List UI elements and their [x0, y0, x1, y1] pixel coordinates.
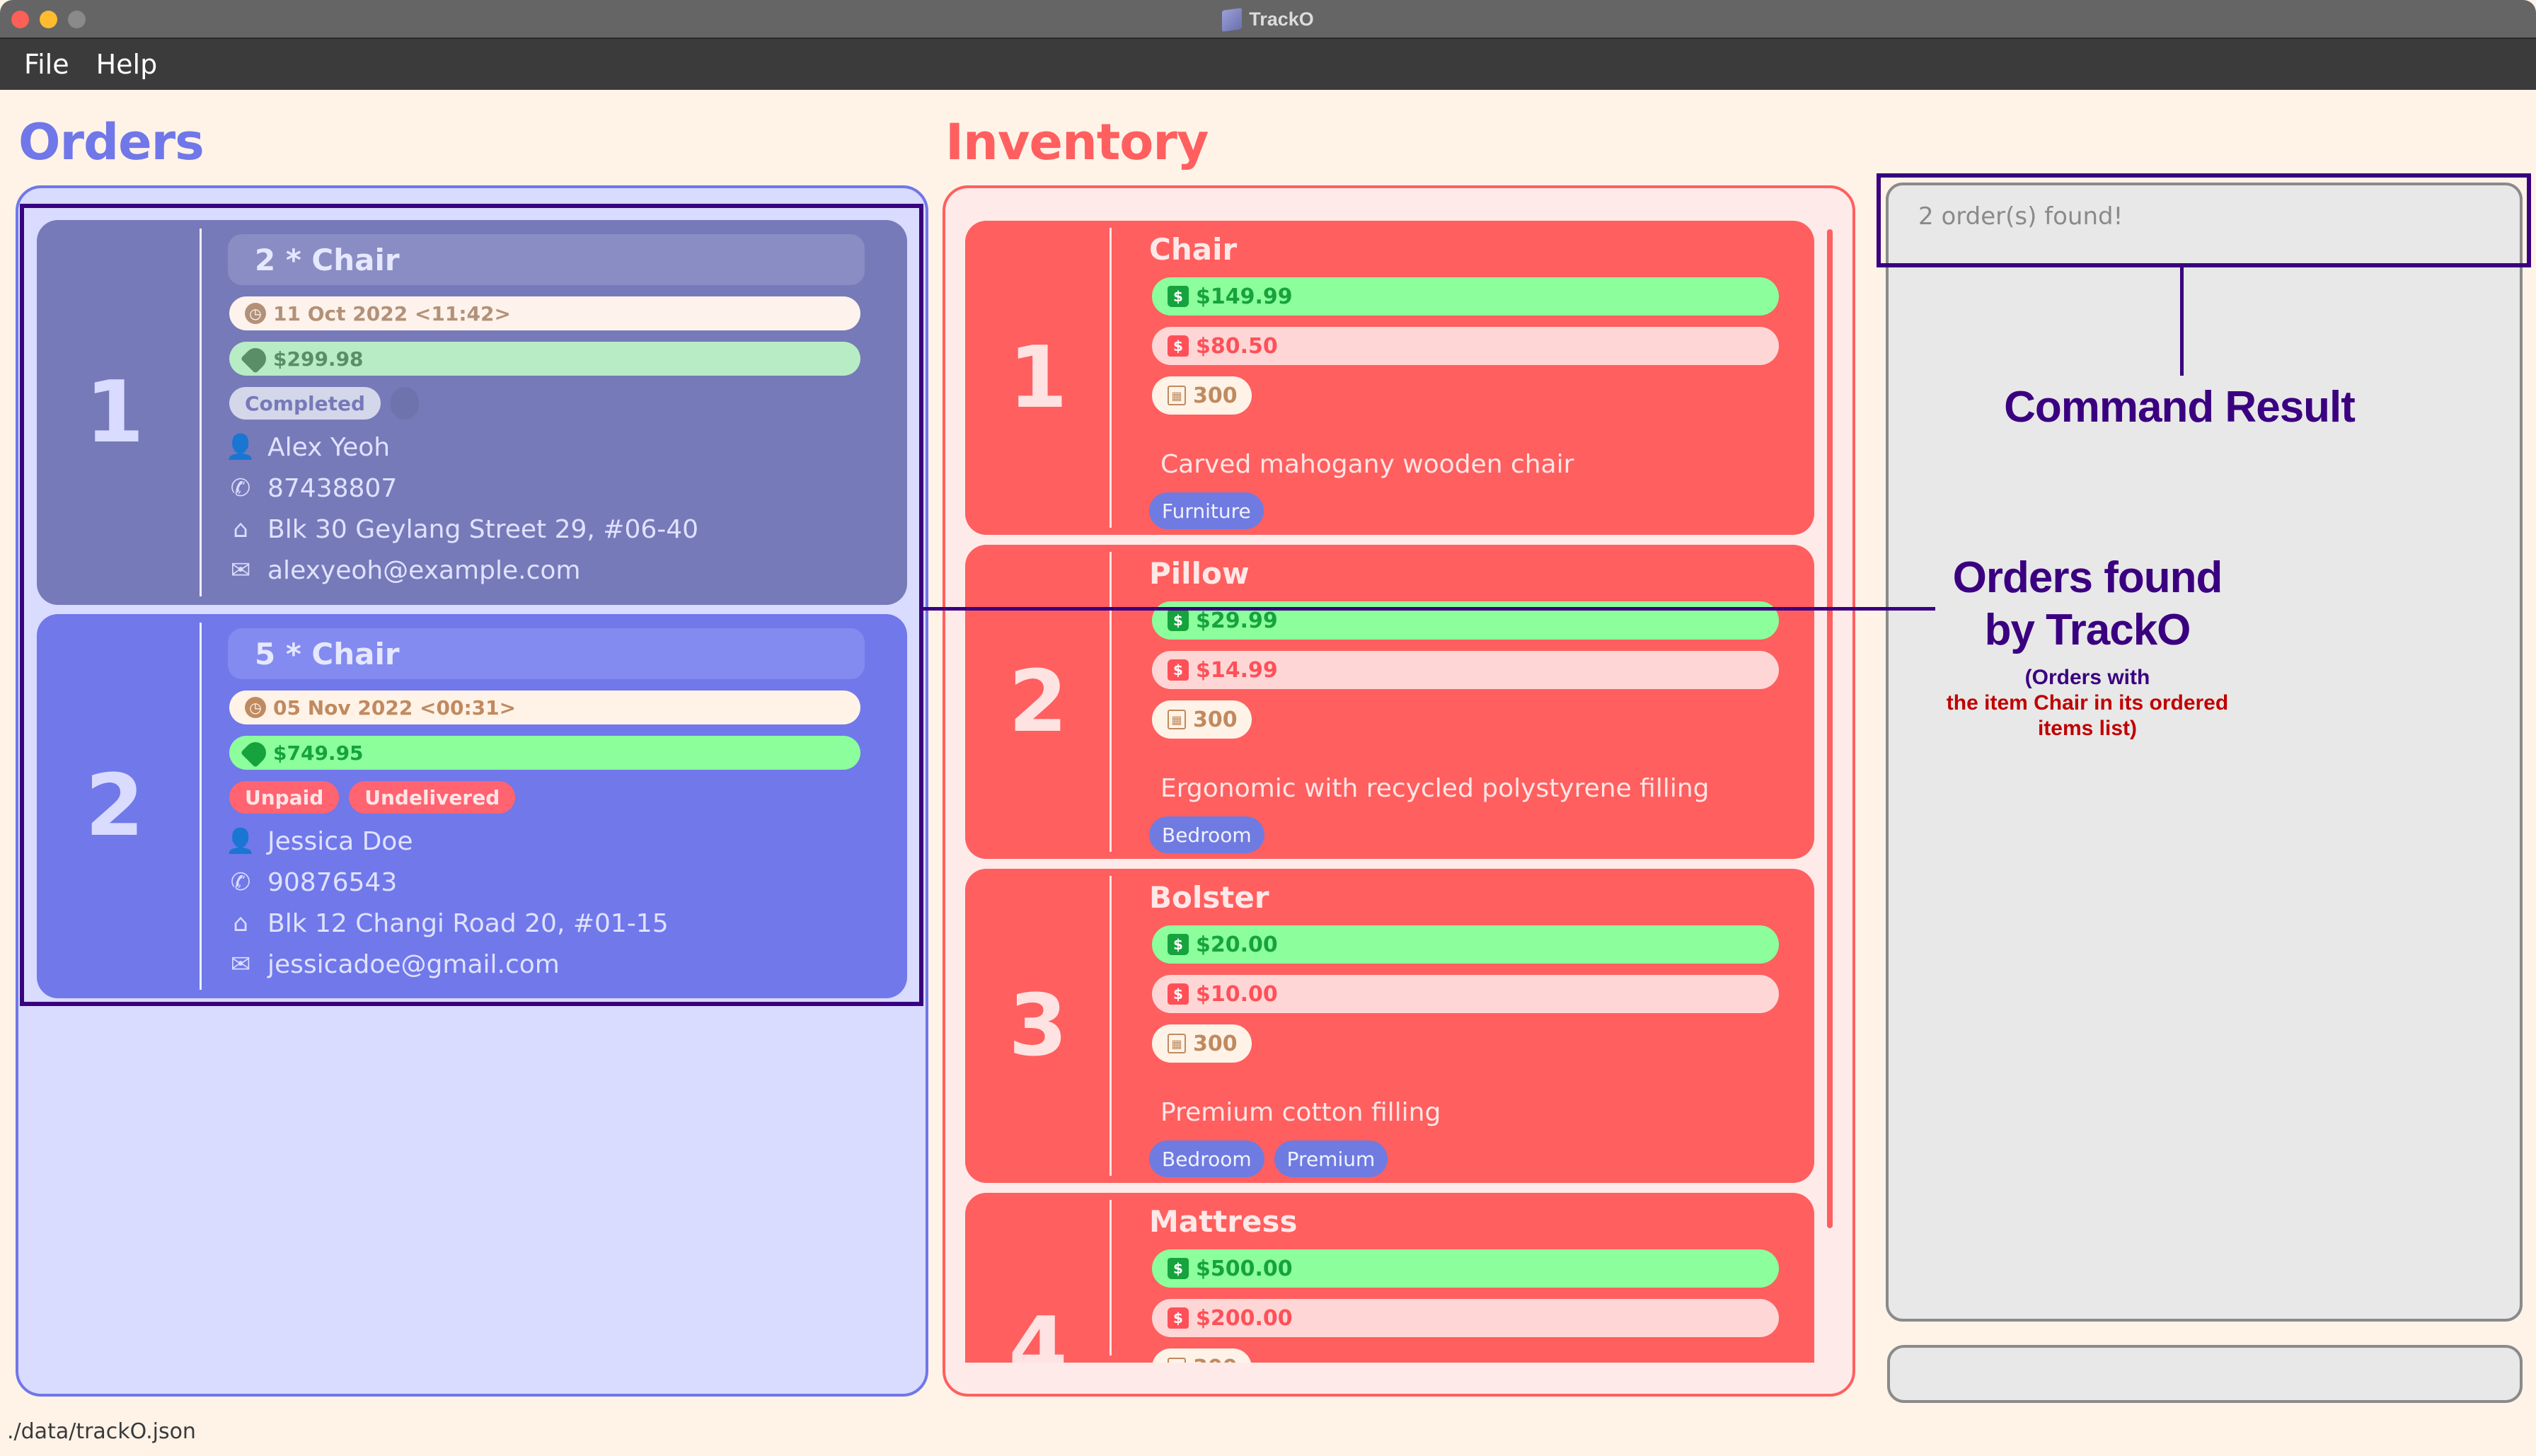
quantity-text: 300: [1193, 1031, 1238, 1056]
cost-price: $ $200.00: [1152, 1299, 1779, 1337]
quantity-text: 300: [1193, 383, 1238, 408]
annotation-sub-line3: items list): [2037, 717, 2138, 740]
cost-price-down-icon: $: [1168, 1307, 1189, 1329]
annotation-orders-found-line1: Orders found: [1952, 553, 2223, 602]
sell-price-text: $149.99: [1196, 284, 1293, 309]
cost-price-down-icon: $: [1168, 659, 1189, 681]
item-name: Bolster: [1149, 879, 1269, 915]
item-description: Premium cotton filling: [1160, 1097, 1441, 1127]
command-input[interactable]: [1887, 1345, 2523, 1403]
annotation-command-result: Command Result: [2004, 383, 2356, 432]
inventory-heading: Inventory: [945, 113, 1209, 171]
annotation-sub-line1: (Orders with: [2024, 666, 2150, 689]
cart-boxes-icon: ▦: [1168, 1358, 1186, 1363]
item-name: Mattress: [1149, 1203, 1298, 1239]
annotation-orders-found: Orders found by TrackO: [1854, 552, 2321, 657]
cost-price-text: $80.50: [1196, 333, 1278, 359]
inventory-scrollbar[interactable]: [1827, 229, 1833, 1228]
annotation-sub-line2: the item Chair in its ordered: [1946, 691, 2229, 715]
cost-price: $ $14.99: [1152, 651, 1779, 689]
quantity: ▦ 300: [1152, 376, 1252, 415]
divider: [1110, 552, 1112, 852]
inventory-card[interactable]: 2 Pillow $ $29.99 $ $14.99 ▦ 300 Ergonom…: [965, 545, 1814, 859]
sell-price-text: $500.00: [1196, 1256, 1293, 1281]
item-tag: Furniture: [1149, 492, 1264, 529]
sell-price: $ $20.00: [1152, 925, 1779, 964]
sell-price-text: $29.99: [1196, 608, 1278, 633]
sell-price-up-icon: $: [1168, 934, 1189, 955]
item-name: Pillow: [1149, 555, 1250, 591]
inventory-list-panel: 1 Chair $ $149.99 $ $80.50 ▦ 300 Carved …: [943, 185, 1855, 1397]
window-title-group: TrackO: [0, 0, 2536, 39]
cost-price: $ $80.50: [1152, 327, 1779, 365]
divider: [1110, 876, 1112, 1176]
cost-price-down-icon: $: [1168, 983, 1189, 1005]
orders-highlight-frame: [20, 204, 923, 1006]
title-bar: TrackO: [0, 0, 2536, 39]
result-annotation-connector: [2180, 267, 2184, 376]
cost-price-down-icon: $: [1168, 335, 1189, 357]
menu-bar: File Help: [0, 39, 2536, 90]
sell-price-text: $20.00: [1196, 932, 1278, 957]
item-tag: Bedroom: [1149, 1140, 1264, 1177]
inventory-card[interactable]: 4 Mattress $ $500.00 $ $200.00 ▦ 300: [965, 1193, 1814, 1363]
inventory-card[interactable]: 1 Chair $ $149.99 $ $80.50 ▦ 300 Carved …: [965, 221, 1814, 535]
inventory-index: 4: [965, 1193, 1111, 1363]
command-result-box: 2 order(s) found!: [1886, 183, 2523, 1322]
cost-price-text: $200.00: [1196, 1305, 1293, 1331]
inventory-index: 3: [1008, 976, 1068, 1075]
cart-boxes-icon: ▦: [1168, 710, 1186, 729]
sell-price-up-icon: $: [1168, 286, 1189, 307]
inventory-card[interactable]: 3 Bolster $ $20.00 $ $10.00 ▦ 300 Premiu…: [965, 869, 1814, 1183]
cart-boxes-icon: ▦: [1168, 1034, 1186, 1053]
inventory-index: 1: [1008, 328, 1068, 427]
status-bar-file-path: ./data/trackO.json: [7, 1419, 196, 1444]
quantity: ▦ 300: [1152, 1348, 1252, 1363]
quantity: ▦ 300: [1152, 700, 1252, 739]
item-tag: Premium: [1274, 1140, 1388, 1177]
menu-file[interactable]: File: [24, 49, 69, 80]
orders-annotation-connector: [922, 607, 1935, 611]
sell-price: $ $500.00: [1152, 1249, 1779, 1288]
annotation-orders-found-line2: by TrackO: [1984, 606, 2191, 654]
quantity: ▦ 300: [1152, 1024, 1252, 1063]
divider: [1110, 1200, 1112, 1356]
quantity-text: 300: [1193, 1356, 1238, 1363]
item-description: Ergonomic with recycled polystyrene fill…: [1160, 773, 1710, 803]
orders-heading: Orders: [18, 113, 204, 171]
box-icon: [1222, 7, 1243, 32]
quantity-text: 300: [1193, 707, 1238, 732]
item-name: Chair: [1149, 231, 1238, 267]
inventory-index-text: 4: [1008, 1300, 1068, 1363]
annotation-subtext: (Orders with the item Chair in its order…: [1854, 665, 2321, 741]
divider: [1110, 228, 1112, 528]
result-highlight-frame: [1877, 173, 2531, 267]
item-tag: Bedroom: [1149, 816, 1264, 853]
cost-price-text: $10.00: [1196, 981, 1278, 1007]
cost-price-text: $14.99: [1196, 657, 1278, 683]
cost-price: $ $10.00: [1152, 975, 1779, 1013]
item-description: Carved mahogany wooden chair: [1160, 449, 1574, 479]
menu-help[interactable]: Help: [96, 49, 158, 80]
window-title: TrackO: [1249, 8, 1314, 30]
sell-price-up-icon: $: [1168, 1258, 1189, 1279]
sell-price: $ $149.99: [1152, 277, 1779, 316]
inventory-index: 2: [1008, 652, 1068, 751]
cart-boxes-icon: ▦: [1168, 386, 1186, 405]
sell-price-up-icon: $: [1168, 610, 1189, 631]
